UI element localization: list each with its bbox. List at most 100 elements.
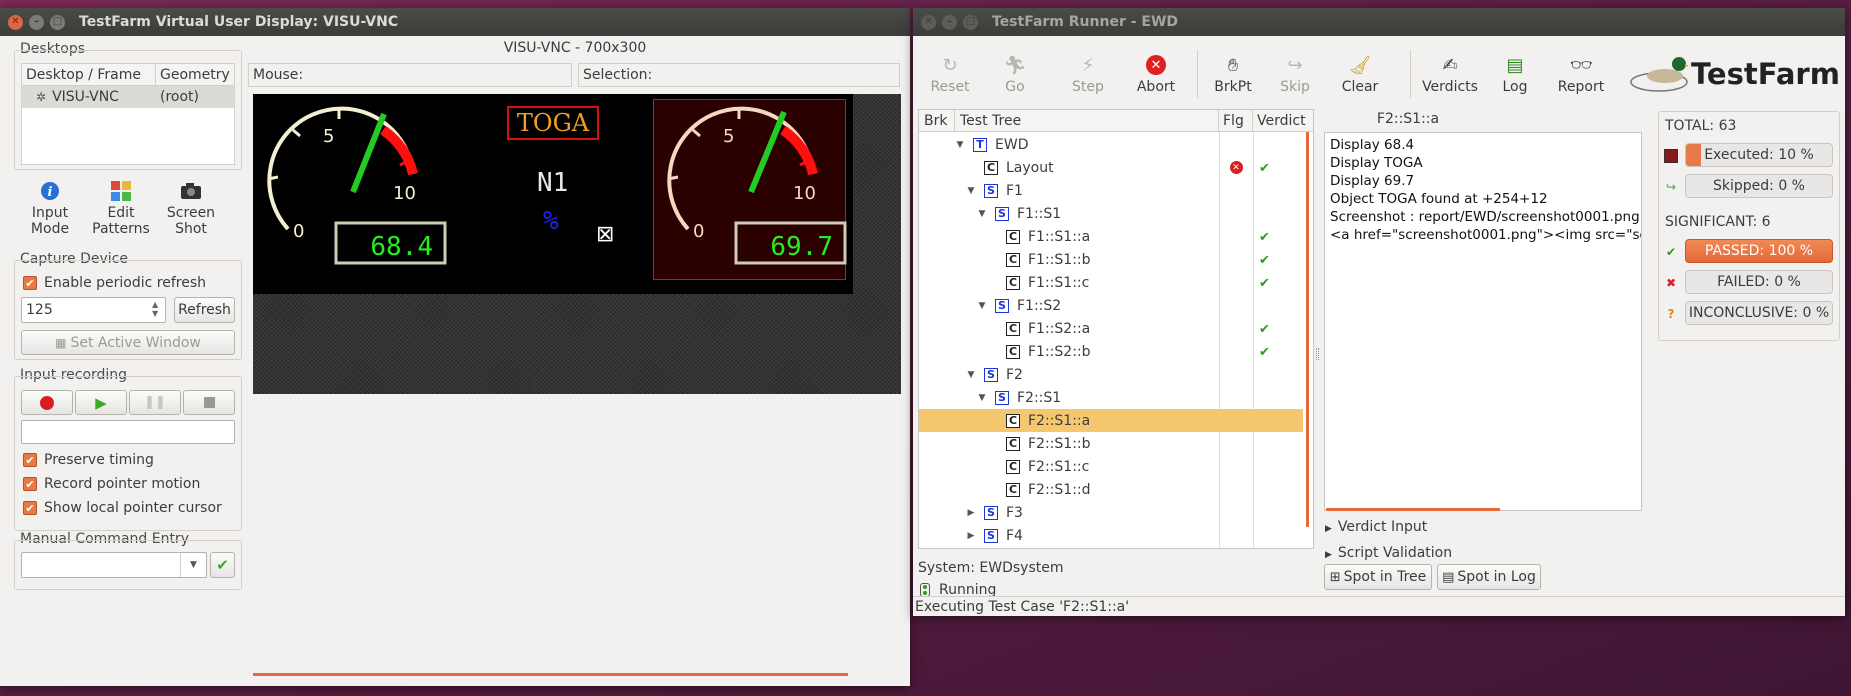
- right-gauge: 0 5 10 69.7: [667, 106, 847, 265]
- chevron-right-icon[interactable]: ▶: [966, 508, 976, 518]
- record-pointer-checkbox[interactable]: ✔ Record pointer motion: [23, 476, 200, 492]
- recording-input[interactable]: [21, 420, 235, 444]
- script-validation-expander[interactable]: ▶ Script Validation: [1325, 545, 1452, 561]
- maximize-icon[interactable]: □: [963, 14, 978, 30]
- right-gauge-value: 69.7: [770, 232, 833, 262]
- tree-row[interactable]: ▼ S F2::S1: [919, 386, 1303, 409]
- show-cursor-checkbox[interactable]: ✔ Show local pointer cursor: [23, 500, 222, 516]
- tree-row[interactable]: ▶ S F4: [919, 524, 1303, 547]
- verdicts-button[interactable]: ✍︎ Verdicts: [1418, 54, 1482, 96]
- skip-arrow-icon: ↪: [1665, 180, 1677, 194]
- log-button[interactable]: ▤ Log: [1495, 54, 1535, 96]
- stop-button[interactable]: [183, 390, 235, 415]
- toga-indicator: TOGA: [507, 106, 599, 140]
- step-button[interactable]: ⚡︎ Step: [1063, 54, 1113, 96]
- tree-row[interactable]: C F1::S1::a ✔: [919, 225, 1303, 248]
- tree-row[interactable]: C Layout ✕ ✔: [919, 156, 1303, 179]
- skipped-bar: Skipped: 0 %: [1685, 174, 1833, 198]
- left-gauge-value: 68.4: [370, 232, 433, 262]
- chevron-down-icon[interactable]: ▼: [180, 553, 206, 577]
- chevron-right-icon[interactable]: ▶: [966, 531, 976, 541]
- failed-x-icon: ✖: [1665, 276, 1677, 290]
- tree-row[interactable]: ▼ S F1::S2: [919, 294, 1303, 317]
- spinner-arrows-icon[interactable]: ▲ ▼: [152, 300, 158, 318]
- screen-shot-button[interactable]: Screen Shot: [164, 180, 218, 237]
- verdict-input-expander[interactable]: ▶ Verdict Input: [1325, 519, 1427, 535]
- close-icon[interactable]: ✕: [921, 14, 936, 30]
- minimize-icon[interactable]: –: [942, 14, 957, 30]
- chevron-down-icon[interactable]: ▼: [966, 186, 976, 196]
- log-view[interactable]: Display 68.4 Display TOGA Display 69.7 O…: [1324, 132, 1642, 511]
- tree-row[interactable]: C F2::S1::b: [919, 432, 1303, 455]
- execute-command-button[interactable]: ✔: [210, 552, 235, 578]
- minimize-icon[interactable]: –: [29, 14, 44, 30]
- play-button[interactable]: ▶: [75, 390, 127, 415]
- tree-row[interactable]: C F1::S1::b ✔: [919, 248, 1303, 271]
- node-type-icon: S: [995, 298, 1009, 313]
- chevron-down-icon[interactable]: ▼: [966, 370, 976, 380]
- log-scrollbar[interactable]: [1326, 508, 1500, 511]
- tree-scrollbar[interactable]: [1306, 132, 1309, 527]
- verdict-passed-icon: ✔: [1259, 321, 1270, 337]
- node-type-icon: C: [1006, 252, 1020, 267]
- tree-row[interactable]: C F2::S1::a: [919, 409, 1303, 432]
- executed-bar: Executed: 10 %: [1685, 143, 1833, 167]
- tree-row[interactable]: ▶ S F3: [919, 501, 1303, 524]
- desktop-row[interactable]: ✲ VISU-VNC (root): [22, 86, 234, 108]
- svg-text:i: i: [48, 185, 53, 200]
- tree-row[interactable]: C F1::S2::a ✔: [919, 317, 1303, 340]
- preserve-timing-checkbox[interactable]: ✔ Preserve timing: [23, 452, 154, 468]
- chevron-down-icon[interactable]: ▼: [955, 140, 965, 150]
- gauge-tick-5: 5: [723, 126, 734, 147]
- reset-button[interactable]: ↻ Reset: [925, 54, 975, 96]
- gauge-tick-10: 10: [793, 183, 816, 204]
- node-type-icon: C: [1006, 275, 1020, 290]
- tree-row[interactable]: C F1::S1::c ✔: [919, 271, 1303, 294]
- refresh-button[interactable]: Refresh: [174, 297, 235, 323]
- pane-splitter[interactable]: [1316, 348, 1319, 360]
- tree-row[interactable]: C F2::S1::c: [919, 455, 1303, 478]
- chevron-down-icon[interactable]: ▼: [977, 209, 987, 219]
- node-type-icon: C: [1006, 413, 1020, 428]
- total-label: TOTAL: 63: [1665, 118, 1737, 134]
- tree-row[interactable]: C F1::S2::b ✔: [919, 340, 1303, 363]
- chevron-down-icon[interactable]: ▼: [977, 301, 987, 311]
- tree-node-label: F1::S2::b: [1028, 343, 1091, 360]
- clear-button[interactable]: 🧹︎ Clear: [1335, 54, 1385, 96]
- go-button[interactable]: 🏃︎ Go: [995, 54, 1035, 96]
- tree-row[interactable]: ▼ S F1: [919, 179, 1303, 202]
- tree-row[interactable]: ▼ S F1::S1: [919, 202, 1303, 225]
- spot-in-tree-button[interactable]: ⊞ Spot in Tree: [1324, 564, 1432, 590]
- abort-button[interactable]: ✕ Abort: [1131, 54, 1181, 95]
- edit-patterns-button[interactable]: Edit Patterns: [90, 180, 152, 237]
- report-button[interactable]: 👓︎ Report: [1553, 54, 1609, 96]
- refresh-interval-spinner[interactable]: 125: [21, 297, 166, 323]
- log-icon: ▤: [1506, 54, 1524, 76]
- enable-refresh-checkbox[interactable]: ✔ Enable periodic refresh: [23, 275, 206, 291]
- tree-row[interactable]: ▼ S F2: [919, 363, 1303, 386]
- col-verdict[interactable]: Verdict: [1253, 110, 1306, 131]
- col-desktop-frame[interactable]: Desktop / Frame: [22, 64, 156, 85]
- skip-button[interactable]: ↪ Skip: [1275, 54, 1315, 96]
- col-flg[interactable]: Flg: [1219, 110, 1253, 131]
- vnc-screen[interactable]: 0 5 10 68.4 TOGA N1 % ⊠ 0 5 10 69.7: [253, 94, 901, 394]
- pause-button[interactable]: ❚❚: [129, 390, 181, 415]
- breakpoint-button[interactable]: ✋︎ BrkPt: [1208, 54, 1258, 96]
- tree-row[interactable]: C F2::S1::d: [919, 478, 1303, 501]
- input-mode-button[interactable]: i Input Mode: [22, 180, 78, 237]
- spot-in-log-button[interactable]: ▤ Spot in Log: [1437, 564, 1541, 590]
- tree-node-label: F1::S1::c: [1028, 274, 1090, 291]
- col-brk[interactable]: Brk: [919, 110, 955, 131]
- tree-row[interactable]: ▼ T EWD: [919, 133, 1303, 156]
- set-active-window-button[interactable]: ▦ Set Active Window: [21, 330, 235, 355]
- chevron-down-icon[interactable]: ▼: [977, 393, 987, 403]
- monitor-icon: [1664, 149, 1678, 163]
- test-tree-panel: Brk Test Tree Flg Verdict ▼ T EWD C Layout ✕ ✔…: [918, 109, 1314, 549]
- maximize-icon[interactable]: □: [50, 14, 65, 30]
- col-test-tree[interactable]: Test Tree: [955, 110, 1219, 131]
- record-button[interactable]: [21, 390, 73, 415]
- node-type-icon: S: [984, 367, 998, 382]
- failed-bar: FAILED: 0 %: [1685, 270, 1833, 294]
- close-icon[interactable]: ✕: [8, 14, 23, 30]
- col-geometry[interactable]: Geometry: [156, 64, 230, 85]
